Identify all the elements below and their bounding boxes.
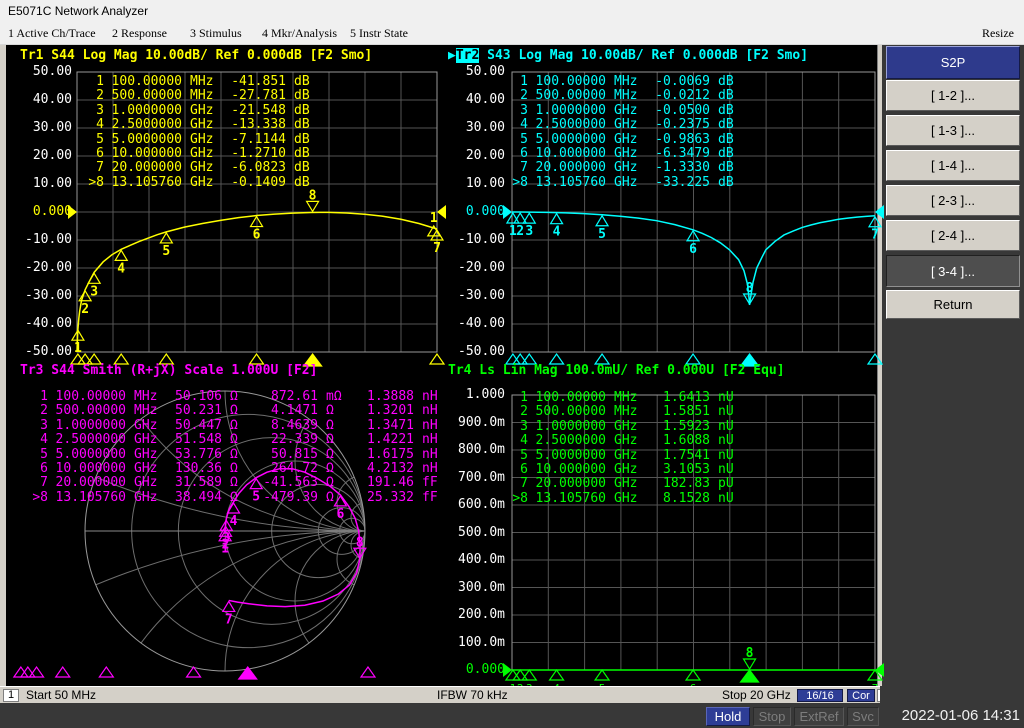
svg-text:2: 2 <box>81 302 89 317</box>
sweep-stop-readout: Stop 20 GHz <box>722 689 791 702</box>
stimulus-marker <box>304 354 322 366</box>
clock-readout: 2022-01-06 14:31 <box>884 707 1020 724</box>
stimulus-marker <box>361 667 375 677</box>
stimulus-marker <box>56 667 70 677</box>
svg-text:6: 6 <box>336 507 344 522</box>
svg-text:7: 7 <box>433 241 441 256</box>
sweep-count-badge: 16/16 <box>797 689 843 702</box>
svg-text:4: 4 <box>553 225 561 240</box>
stimulus-marker <box>114 354 128 364</box>
stimulus-marker <box>686 670 700 680</box>
svg-text:3: 3 <box>222 531 230 546</box>
correction-badge: Cor <box>847 689 875 702</box>
stimulus-marker <box>595 354 609 364</box>
stimulus-marker <box>250 354 264 364</box>
marker-3[interactable]: 3 <box>88 273 100 299</box>
svg-text:1: 1 <box>74 341 82 356</box>
svg-text:3: 3 <box>90 284 98 299</box>
svg-text:5: 5 <box>162 244 170 259</box>
reference-level-arrow <box>875 663 884 677</box>
svg-text:1: 1 <box>430 211 438 226</box>
stimulus-marker <box>99 667 113 677</box>
stimulus-marker <box>506 354 520 364</box>
tr2-plot <box>512 72 875 352</box>
svg-text:2: 2 <box>516 224 524 239</box>
svc-indicator: Svc <box>847 707 879 726</box>
svg-text:6: 6 <box>689 242 697 257</box>
svg-text:5: 5 <box>252 490 260 505</box>
channel-status-bar: 1 Start 50 MHz IFBW 70 kHz Stop 20 GHz 1… <box>0 686 880 703</box>
stimulus-marker <box>868 354 882 364</box>
marker-1[interactable]: 1 <box>428 211 440 236</box>
marker-5[interactable]: 5 <box>596 216 608 242</box>
stimulus-marker <box>686 354 700 364</box>
reference-level-arrow <box>68 205 77 219</box>
reference-level-arrow <box>875 205 884 219</box>
stimulus-marker <box>239 667 257 679</box>
stimulus-marker <box>741 354 759 366</box>
stop-indicator: Stop <box>753 707 791 726</box>
marker-5[interactable]: 5 <box>250 479 262 505</box>
reference-level-arrow <box>437 205 446 219</box>
sweep-start-readout: Start 50 MHz <box>26 689 96 702</box>
stimulus-marker <box>159 354 173 364</box>
svg-text:6: 6 <box>253 228 261 243</box>
reference-level-arrow <box>503 663 512 677</box>
svg-text:5: 5 <box>598 227 606 242</box>
svg-text:3: 3 <box>525 224 533 239</box>
stimulus-marker <box>550 670 564 680</box>
system-status-bar: Hold Stop ExtRef Svc 2022-01-06 14:31 <box>0 703 1024 728</box>
svg-text:7: 7 <box>225 612 233 627</box>
stimulus-marker <box>595 670 609 680</box>
marker-8[interactable]: 8 <box>744 646 756 669</box>
svg-text:7: 7 <box>871 228 879 243</box>
hold-indicator: Hold <box>706 707 750 726</box>
marker-3[interactable]: 3 <box>523 213 535 239</box>
tr4-plot: 1234567 <box>510 395 879 695</box>
chart-graphics: 123456781123456781234567812345678 <box>0 0 1024 728</box>
svg-text:4: 4 <box>230 514 238 529</box>
marker-5[interactable]: 5 <box>160 233 172 259</box>
tr1-plot <box>77 72 437 352</box>
ifbw-readout: IFBW 70 kHz <box>437 689 508 702</box>
marker-4[interactable]: 4 <box>115 250 127 276</box>
stimulus-marker <box>430 354 444 364</box>
marker-8[interactable]: 8 <box>307 188 319 211</box>
statusbar-corner <box>880 686 1024 703</box>
marker-4[interactable]: 4 <box>551 214 563 240</box>
stimulus-marker <box>550 354 564 364</box>
extref-indicator: ExtRef <box>794 707 844 726</box>
stimulus-marker <box>14 667 28 677</box>
channel-number-box: 1 <box>3 689 19 702</box>
svg-text:4: 4 <box>117 261 125 276</box>
stimulus-marker <box>741 670 759 682</box>
